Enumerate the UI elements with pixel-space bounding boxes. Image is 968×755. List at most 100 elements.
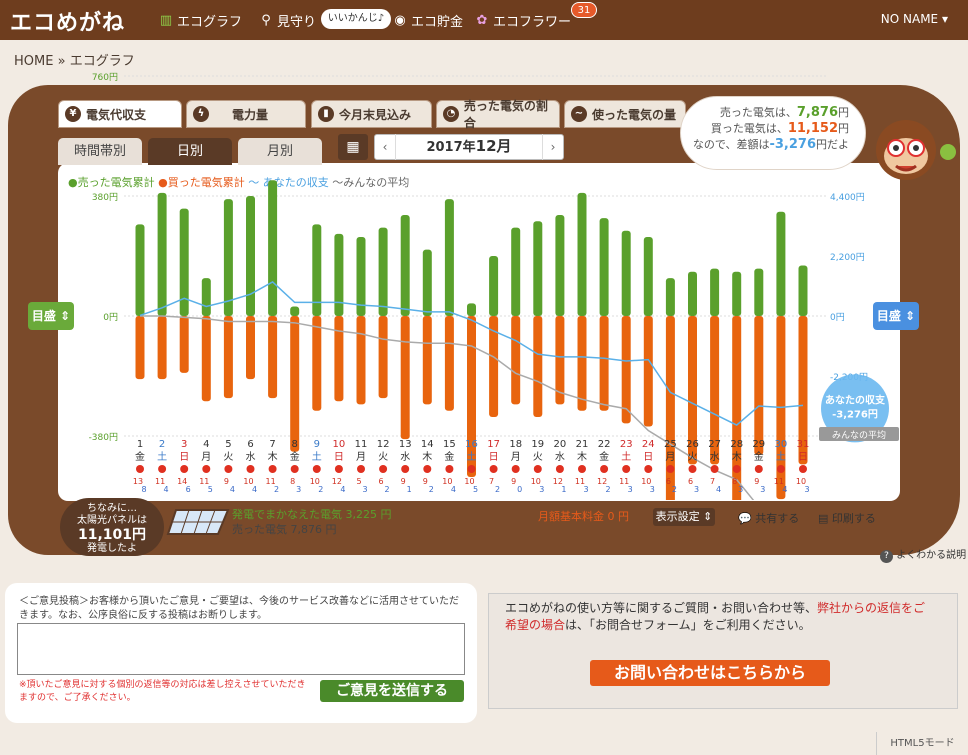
left-tick-label: -380円 xyxy=(89,432,118,443)
weekday-label: 月 xyxy=(665,451,675,463)
bought-bar xyxy=(599,316,609,411)
temp-low: 3 xyxy=(539,485,544,494)
day-label: 9 xyxy=(314,439,320,450)
day-label: 10 xyxy=(333,439,346,450)
temp-high: 9 xyxy=(224,477,229,486)
weather-icon xyxy=(688,465,697,473)
weekday-label: 金 xyxy=(444,450,454,463)
day-label: 11 xyxy=(355,439,368,450)
feedback-panel: ＜ご意見投稿＞お客様から頂いたご意見・ご要望は、今後のサービス改善などに活用させ… xyxy=(5,583,477,723)
help-link[interactable]: ? よくわかる説明 xyxy=(880,546,966,563)
speech-bubble-icon: 💬 xyxy=(738,512,752,525)
weather-icon xyxy=(158,465,167,473)
weekday-label: 月 xyxy=(356,451,366,463)
weather-icon xyxy=(644,465,653,473)
weekday-label: 土 xyxy=(776,450,786,463)
temp-high: 9 xyxy=(754,477,759,486)
day-label: 18 xyxy=(509,439,522,450)
temp-high: 6 xyxy=(666,477,671,486)
temp-low: 2 xyxy=(385,485,390,494)
sold-bar xyxy=(157,192,167,316)
weather-icon xyxy=(799,465,807,473)
temp-low: 6 xyxy=(186,485,191,494)
html5-mode-toggle[interactable]: HTML5モード xyxy=(876,732,968,755)
weekday-label: 木 xyxy=(577,451,587,463)
day-label: 23 xyxy=(620,439,633,450)
bought-bar xyxy=(179,316,189,373)
weekday-label: 火 xyxy=(533,451,543,463)
weather-icon xyxy=(401,465,410,473)
bought-bar xyxy=(312,316,322,411)
weather-icon xyxy=(312,465,321,473)
temp-low: 3 xyxy=(694,485,699,494)
sold-total: 売った電気 7,876 円 xyxy=(232,523,337,536)
bought-bar xyxy=(444,316,454,411)
temp-high: 8 xyxy=(290,477,295,486)
share-button[interactable]: 💬 共有する xyxy=(738,510,799,526)
temp-low: 1 xyxy=(561,485,566,494)
temp-high: 9 xyxy=(423,477,428,486)
temp-low: 5 xyxy=(208,485,213,494)
day-label: 22 xyxy=(598,439,611,450)
weekday-label: 水 xyxy=(710,451,720,463)
weather-icon xyxy=(666,465,675,473)
bought-bar xyxy=(754,316,764,455)
sold-bar xyxy=(688,271,697,316)
weather-icon xyxy=(732,465,741,473)
temp-low: 3 xyxy=(738,485,743,494)
weekday-label: 日 xyxy=(798,452,808,463)
day-label: 20 xyxy=(554,439,567,450)
weekday-label: 水 xyxy=(400,451,410,463)
weather-icon xyxy=(290,465,299,473)
display-settings-button[interactable]: 表示設定 ⇕ xyxy=(653,508,715,526)
temp-low: 2 xyxy=(318,485,323,494)
day-label: 29 xyxy=(752,439,765,450)
temp-low: 1 xyxy=(407,485,412,494)
temp-low: 3 xyxy=(362,485,367,494)
weekday-label: 日 xyxy=(334,452,344,463)
weekday-label: 金 xyxy=(754,450,764,463)
feedback-textarea[interactable] xyxy=(17,623,465,675)
bought-bar xyxy=(511,316,521,405)
print-button[interactable]: ▤ 印刷する xyxy=(818,510,876,526)
contact-button[interactable]: お問い合わせはこちらから xyxy=(590,660,830,686)
temp-high: 9 xyxy=(401,477,406,486)
temp-low: 2 xyxy=(672,485,677,494)
weather-icon xyxy=(268,465,277,473)
temp-low: 3 xyxy=(804,485,809,494)
weather-icon xyxy=(555,465,564,473)
generated-covered: 発電でまかなえた電気 3,225 円 xyxy=(232,508,392,521)
weekday-label: 金 xyxy=(135,450,145,463)
help-icon: ? xyxy=(880,550,893,563)
solar-panel-icon xyxy=(166,509,230,535)
weekday-label: 日 xyxy=(643,452,653,463)
bought-bar xyxy=(334,316,344,402)
weekday-label: 火 xyxy=(378,451,388,463)
bought-bar xyxy=(201,316,211,402)
sold-bar xyxy=(489,256,499,316)
print-icon: ▤ xyxy=(818,512,829,525)
temp-low: 2 xyxy=(606,485,611,494)
your-balance-bubble-text: あなたの収支 xyxy=(825,393,886,406)
weekday-label: 月 xyxy=(201,451,211,463)
weather-icon xyxy=(423,465,432,473)
sold-bar xyxy=(511,227,521,316)
sold-bar xyxy=(400,214,410,316)
temp-high: 8 xyxy=(732,477,737,486)
sold-bar xyxy=(422,249,432,316)
sold-bar xyxy=(268,180,278,316)
weekday-label: 木 xyxy=(732,451,742,463)
temp-low: 2 xyxy=(274,485,279,494)
weekday-label: 木 xyxy=(422,451,432,463)
weather-icon xyxy=(710,465,719,473)
temp-low: 4 xyxy=(164,485,169,494)
send-feedback-button[interactable]: ご意見を送信する xyxy=(320,680,464,702)
day-label: 27 xyxy=(708,439,721,450)
bought-bar xyxy=(268,316,278,399)
bought-bar xyxy=(378,316,388,399)
day-label: 17 xyxy=(487,439,500,450)
bought-bar xyxy=(422,316,432,405)
sold-bar xyxy=(334,233,344,316)
weekday-label: 土 xyxy=(467,450,477,463)
left-tick-label: 380円 xyxy=(92,192,118,203)
